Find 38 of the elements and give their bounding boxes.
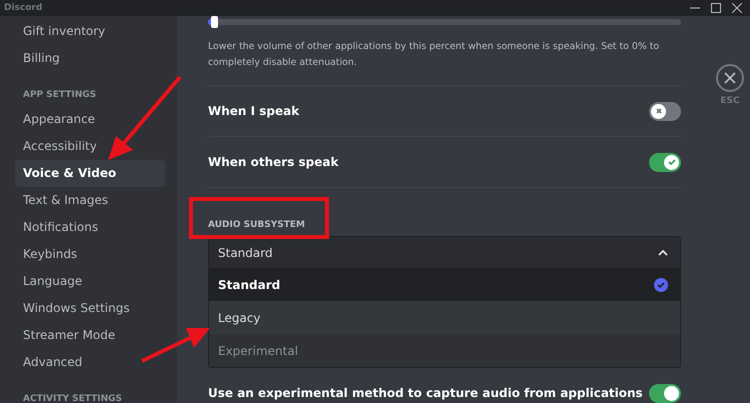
- section-header: APP SETTINGS: [22, 90, 98, 100]
- sidebar-item[interactable]: Streamer Mode: [15, 322, 165, 349]
- cross-icon: [654, 106, 664, 116]
- sidebar-item[interactable]: Text & Images: [15, 187, 165, 214]
- toggle-switch[interactable]: [649, 152, 681, 172]
- sidebar-item[interactable]: Windows Settings: [15, 295, 165, 322]
- sidebar-item[interactable]: Gift inventory: [15, 18, 165, 45]
- sidebar-item[interactable]: Keybinds: [15, 241, 165, 268]
- annotation-arrow: [141, 328, 210, 363]
- setting-label: Use an experimental method to capture audio from applications: [208, 386, 643, 400]
- sidebar-item[interactable]: Voice & Video: [15, 160, 165, 187]
- close-icon[interactable]: [732, 3, 742, 13]
- section-header: AUDIO SUBSYSTEM: [208, 220, 306, 230]
- sidebar-item[interactable]: Notifications: [15, 214, 165, 241]
- sidebar-item[interactable]: Billing: [15, 45, 165, 72]
- dropdown-option[interactable]: Legacy: [209, 301, 680, 334]
- shortcut-label: ESC: [720, 96, 740, 106]
- dropdown-option[interactable]: Experimental: [209, 334, 680, 367]
- window-title: Discord: [4, 3, 42, 13]
- chevron-up-icon: [658, 250, 668, 256]
- close-button[interactable]: [716, 64, 744, 92]
- slider-handle[interactable]: [210, 16, 218, 28]
- toggle-switch[interactable]: [649, 102, 681, 120]
- close-icon: [724, 72, 736, 84]
- check-icon: [654, 278, 668, 292]
- toggle-switch[interactable]: [649, 384, 681, 402]
- sidebar-item[interactable]: Appearance: [15, 106, 165, 133]
- section-header: ACTIVITY SETTINGS: [22, 394, 124, 403]
- sidebar-item[interactable]: Accessibility: [15, 133, 165, 160]
- dropdown-field[interactable]: Standard: [209, 237, 680, 268]
- description-text: Lower the volume of other applications by this percent when someone is speaking. Set to 0% to completely disable attenuation.: [208, 40, 660, 70]
- setting-label: When I speak: [208, 104, 300, 118]
- sidebar-item[interactable]: Advanced: [15, 349, 165, 376]
- maximize-icon[interactable]: [711, 3, 721, 13]
- check-icon: [666, 157, 676, 167]
- setting-label: When others speak: [208, 155, 338, 169]
- sidebar-item[interactable]: Language: [15, 268, 165, 295]
- dropdown-option[interactable]: Standard: [209, 268, 680, 301]
